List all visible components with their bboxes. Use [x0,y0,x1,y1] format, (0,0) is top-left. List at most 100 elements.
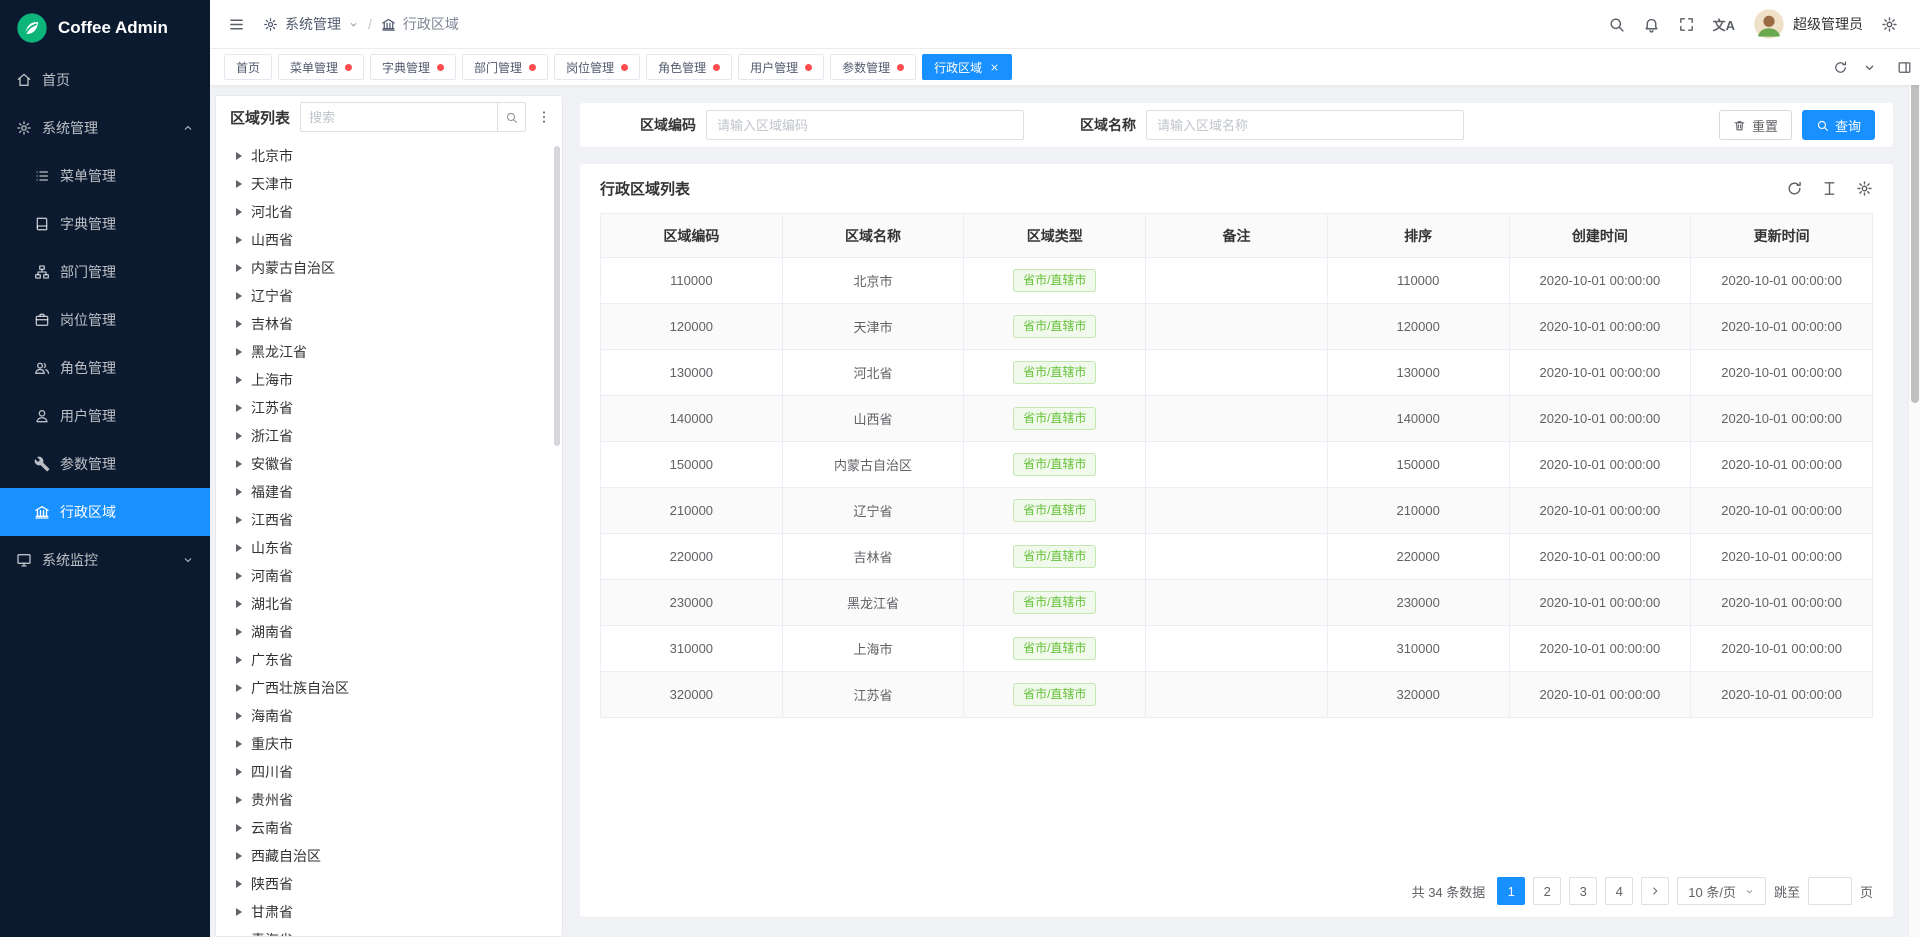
tab-region[interactable]: 行政区域 [922,54,1012,80]
tab-post[interactable]: 岗位管理 [554,54,640,80]
region-type-tag: 省市/直辖市 [1013,361,1096,383]
page-button-2[interactable]: 2 [1533,877,1561,905]
table-row[interactable]: 120000天津市省市/直辖市1200002020-10-01 00:00:00… [601,304,1873,350]
table-row[interactable]: 310000上海市省市/直辖市3100002020-10-01 00:00:00… [601,626,1873,672]
tree-item[interactable]: 天津市 [228,170,552,198]
close-icon[interactable] [989,62,1000,73]
refresh-icon[interactable] [1833,60,1848,75]
tree-item[interactable]: 重庆市 [228,730,552,758]
user-menu[interactable]: 超级管理员 [1753,8,1863,40]
next-page-button[interactable] [1641,877,1669,905]
search-button[interactable]: 查询 [1802,110,1875,140]
search-icon[interactable] [1608,16,1625,33]
region-code-input[interactable] [706,110,1024,140]
chevron-right-icon [236,264,242,272]
page-button-1[interactable]: 1 [1497,877,1525,905]
tree-item[interactable]: 吉林省 [228,310,552,338]
tab-dept[interactable]: 部门管理 [462,54,548,80]
tree-item[interactable]: 甘肃省 [228,898,552,926]
tree-item[interactable]: 陕西省 [228,870,552,898]
page-scrollbar[interactable] [1908,49,1920,937]
tree-item[interactable]: 北京市 [228,142,552,170]
region-search-input[interactable] [301,103,497,131]
sidebar-item-dict-management[interactable]: 字典管理 [0,200,210,248]
tree-item[interactable]: 海南省 [228,702,552,730]
fullscreen-icon[interactable] [1678,16,1695,33]
search-icon[interactable] [497,103,525,131]
table-row[interactable]: 210000辽宁省省市/直辖市2100002020-10-01 00:00:00… [601,488,1873,534]
tree-item[interactable]: 山西省 [228,226,552,254]
settings-gear-icon[interactable] [1881,16,1898,33]
tree-item[interactable]: 河北省 [228,198,552,226]
page-scrollbar-thumb[interactable] [1911,55,1919,403]
translate-icon[interactable]: 文A [1713,15,1735,34]
column-settings-icon[interactable] [1821,180,1838,197]
page-button-4[interactable]: 4 [1605,877,1633,905]
tab-param[interactable]: 参数管理 [830,54,916,80]
tree-item[interactable]: 江苏省 [228,394,552,422]
tree-item[interactable]: 山东省 [228,534,552,562]
tree-item[interactable]: 浙江省 [228,422,552,450]
bell-icon[interactable] [1643,16,1660,33]
tree-item[interactable]: 河南省 [228,562,552,590]
app-logo: Coffee Admin [0,0,210,56]
more-options-icon[interactable] [536,109,552,125]
sidebar-item-dept-management[interactable]: 部门管理 [0,248,210,296]
page-button-3[interactable]: 3 [1569,877,1597,905]
tree-item[interactable]: 安徽省 [228,450,552,478]
refresh-icon[interactable] [1786,180,1803,197]
chevron-right-icon [236,376,242,384]
sidebar-item-user-management[interactable]: 用户管理 [0,392,210,440]
tab-dict[interactable]: 字典管理 [370,54,456,80]
tabs-dropdown-icon[interactable] [1862,60,1877,75]
tree-item[interactable]: 广东省 [228,646,552,674]
tab-user[interactable]: 用户管理 [738,54,824,80]
tree-item[interactable]: 湖南省 [228,618,552,646]
tree-item[interactable]: 青海省 [228,926,552,936]
sidebar-item-admin-region[interactable]: 行政区域 [0,488,210,536]
tree-item[interactable]: 广西壮族自治区 [228,674,552,702]
table-row[interactable]: 110000北京市省市/直辖市1100002020-10-01 00:00:00… [601,258,1873,304]
tab-role[interactable]: 角色管理 [646,54,732,80]
tree-item[interactable]: 黑龙江省 [228,338,552,366]
tab-home[interactable]: 首页 [224,54,272,80]
collapse-menu-icon[interactable] [228,16,245,33]
sidebar-item-post-management[interactable]: 岗位管理 [0,296,210,344]
table-row[interactable]: 130000河北省省市/直辖市1300002020-10-01 00:00:00… [601,350,1873,396]
tree-item[interactable]: 云南省 [228,814,552,842]
sidebar-item-system-management[interactable]: 系统管理 [0,104,210,152]
reset-button[interactable]: 重置 [1719,110,1792,140]
breadcrumb-item-system[interactable]: 系统管理 [285,14,341,34]
sidebar-item-role-management[interactable]: 角色管理 [0,344,210,392]
tree-item[interactable]: 四川省 [228,758,552,786]
table-settings-icon[interactable] [1856,180,1873,197]
tree-item[interactable]: 上海市 [228,366,552,394]
region-name-input[interactable] [1146,110,1464,140]
sidebar-item-menu-management[interactable]: 菜单管理 [0,152,210,200]
sidebar-item-param-management[interactable]: 参数管理 [0,440,210,488]
tree-item[interactable]: 湖北省 [228,590,552,618]
sidebar-item-system-monitor[interactable]: 系统监控 [0,536,210,584]
table-row[interactable]: 220000吉林省省市/直辖市2200002020-10-01 00:00:00… [601,534,1873,580]
region-panel-scrollbar[interactable] [554,146,560,446]
page-size-select[interactable]: 10 条/页 [1677,877,1766,905]
region-tree: 北京市天津市河北省山西省内蒙古自治区辽宁省吉林省黑龙江省上海市江苏省浙江省安徽省… [216,138,562,936]
sidebar-item-home[interactable]: 首页 [0,56,210,104]
cell-updated: 2020-10-01 00:00:00 [1691,534,1873,580]
table-row[interactable]: 150000内蒙古自治区省市/直辖市1500002020-10-01 00:00… [601,442,1873,488]
tree-item[interactable]: 辽宁省 [228,282,552,310]
layout-icon[interactable] [1897,60,1912,75]
tree-item[interactable]: 福建省 [228,478,552,506]
sidebar-item-label: 菜单管理 [60,166,116,186]
table-row[interactable]: 320000江苏省省市/直辖市3200002020-10-01 00:00:00… [601,672,1873,718]
tree-item[interactable]: 内蒙古自治区 [228,254,552,282]
tree-item[interactable]: 西藏自治区 [228,842,552,870]
table-row[interactable]: 230000黑龙江省省市/直辖市2300002020-10-01 00:00:0… [601,580,1873,626]
cell-sort: 230000 [1327,580,1509,626]
table-row[interactable]: 140000山西省省市/直辖市1400002020-10-01 00:00:00… [601,396,1873,442]
tree-item[interactable]: 江西省 [228,506,552,534]
avatar[interactable] [1753,8,1785,40]
tab-menu[interactable]: 菜单管理 [278,54,364,80]
jump-input[interactable] [1808,877,1852,905]
tree-item[interactable]: 贵州省 [228,786,552,814]
